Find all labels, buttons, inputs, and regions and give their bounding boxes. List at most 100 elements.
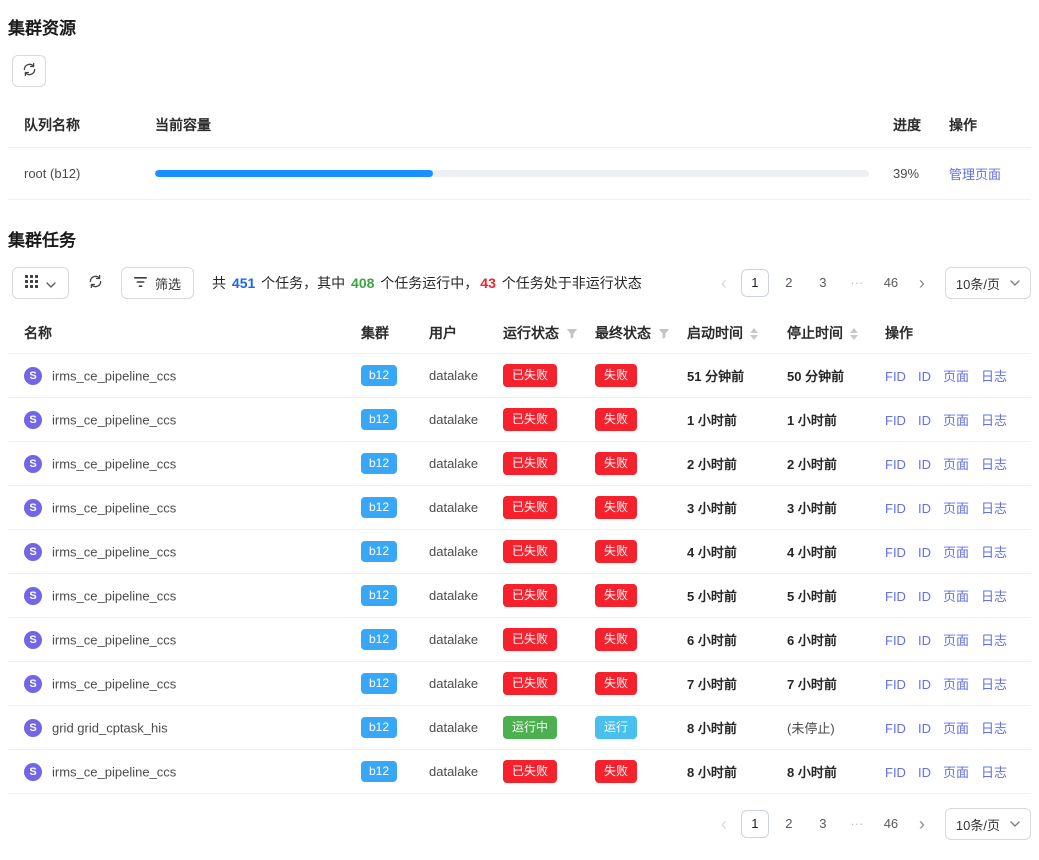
start-time: 3 小时前 [671, 486, 771, 530]
user-cell: datalake [413, 574, 487, 618]
action-link-page[interactable]: 页面 [943, 765, 969, 780]
start-time: 8 小时前 [671, 706, 771, 750]
summary-text: 共 [212, 275, 230, 291]
action-link-log[interactable]: 日志 [981, 413, 1007, 428]
actions-cell: FID ID 页面日志 [869, 442, 1031, 486]
tasks-section-title: 集群任务 [8, 226, 1031, 251]
pagination-page-46[interactable]: 46 [877, 810, 905, 838]
tasks-refresh-button[interactable] [81, 267, 109, 299]
action-link-id[interactable]: ID [918, 545, 931, 560]
action-link-fid[interactable]: FID [885, 545, 906, 560]
pagination-prev-button[interactable]: ‹ [713, 810, 735, 838]
final-status-badge: 失败 [595, 628, 637, 651]
action-link-fid[interactable]: FID [885, 721, 906, 736]
final-status-badge: 失败 [595, 452, 637, 475]
action-link-log[interactable]: 日志 [981, 677, 1007, 692]
pagination-bottom: ‹123···46›10条/页 [713, 808, 1031, 840]
action-link-page[interactable]: 页面 [943, 589, 969, 604]
actions-cell: FID ID 页面日志 [869, 618, 1031, 662]
action-link-log[interactable]: 日志 [981, 721, 1007, 736]
header-user: 用户 [413, 313, 487, 354]
action-link-id[interactable]: ID [918, 369, 931, 384]
pagination-page-3[interactable]: 3 [809, 269, 837, 297]
action-link-id[interactable]: ID [918, 457, 931, 472]
action-link-id[interactable]: ID [918, 721, 931, 736]
action-link-log[interactable]: 日志 [981, 633, 1007, 648]
filter-funnel-icon[interactable] [658, 328, 670, 340]
action-link-fid[interactable]: FID [885, 765, 906, 780]
stop-time: 3 小时前 [771, 486, 869, 530]
resources-refresh-button[interactable] [12, 55, 46, 87]
action-link-id[interactable]: ID [918, 589, 931, 604]
sort-toggle-icon[interactable] [850, 328, 858, 340]
pagination-page-1[interactable]: 1 [741, 810, 769, 838]
action-link-log[interactable]: 日志 [981, 545, 1007, 560]
action-link-fid[interactable]: FID [885, 413, 906, 428]
action-link-id[interactable]: ID [918, 677, 931, 692]
final-status-badge: 失败 [595, 364, 637, 387]
task-name: irms_ce_pipeline_ccs [52, 588, 176, 603]
action-link-page[interactable]: 页面 [943, 369, 969, 384]
header-actions: 操作 [869, 313, 1031, 354]
action-link-fid[interactable]: FID [885, 369, 906, 384]
filter-button-label: 筛选 [155, 274, 181, 293]
page-size-label: 10条/页 [956, 815, 1000, 834]
action-link-page[interactable]: 页面 [943, 677, 969, 692]
filter-button[interactable]: 筛选 [121, 267, 194, 299]
run-status-badge: 已失败 [503, 496, 557, 519]
column-layout-button[interactable] [12, 267, 69, 299]
pagination-page-3[interactable]: 3 [809, 810, 837, 838]
action-link-page[interactable]: 页面 [943, 545, 969, 560]
cluster-badge: b12 [361, 497, 397, 518]
action-link-fid[interactable]: FID [885, 457, 906, 472]
cluster-badge: b12 [361, 453, 397, 474]
pagination-page-1[interactable]: 1 [741, 269, 769, 297]
sort-toggle-icon[interactable] [750, 328, 758, 340]
resources-toolbar [12, 55, 1031, 87]
task-row: Sirms_ce_pipeline_ccs b12 datalake 已失败 失… [8, 354, 1031, 398]
task-row: Sirms_ce_pipeline_ccs b12 datalake 已失败 失… [8, 398, 1031, 442]
tasks-table-body: Sirms_ce_pipeline_ccs b12 datalake 已失败 失… [8, 354, 1031, 794]
grid-icon [25, 275, 38, 291]
header-stop-time-label: 停止时间 [787, 325, 843, 341]
stop-time: 4 小时前 [771, 530, 869, 574]
action-link-page[interactable]: 页面 [943, 721, 969, 736]
pagination-page-2[interactable]: 2 [775, 269, 803, 297]
action-link-fid[interactable]: FID [885, 589, 906, 604]
pagination-next-button[interactable]: › [911, 269, 933, 297]
manage-page-link[interactable]: 管理页面 [949, 167, 1001, 182]
action-link-page[interactable]: 页面 [943, 413, 969, 428]
run-status-badge: 已失败 [503, 408, 557, 431]
action-link-page[interactable]: 页面 [943, 633, 969, 648]
header-run-status: 运行状态 [487, 313, 579, 354]
action-link-fid[interactable]: FID [885, 501, 906, 516]
pagination-page-2[interactable]: 2 [775, 810, 803, 838]
total-task-count: 451 [232, 275, 255, 291]
task-name: grid grid_cptask_his [52, 720, 168, 735]
action-link-id[interactable]: ID [918, 413, 931, 428]
task-name: irms_ce_pipeline_ccs [52, 412, 176, 427]
pagination-next-button[interactable]: › [911, 810, 933, 838]
action-link-log[interactable]: 日志 [981, 369, 1007, 384]
action-link-page[interactable]: 页面 [943, 501, 969, 516]
action-link-log[interactable]: 日志 [981, 589, 1007, 604]
user-cell: datalake [413, 662, 487, 706]
action-link-log[interactable]: 日志 [981, 765, 1007, 780]
action-link-id[interactable]: ID [918, 501, 931, 516]
task-row: Sgrid grid_cptask_his b12 datalake 运行中 运… [8, 706, 1031, 750]
action-link-fid[interactable]: FID [885, 677, 906, 692]
action-link-fid[interactable]: FID [885, 633, 906, 648]
page-size-select[interactable]: 10条/页 [945, 808, 1031, 840]
page-size-select[interactable]: 10条/页 [945, 267, 1031, 299]
tasks-toolbar: 筛选 共 451 个任务，其中 408 个任务运行中，43 个任务处于非运行状态… [12, 267, 1031, 299]
action-link-log[interactable]: 日志 [981, 457, 1007, 472]
filter-funnel-icon[interactable] [566, 328, 578, 340]
action-link-id[interactable]: ID [918, 633, 931, 648]
action-link-log[interactable]: 日志 [981, 501, 1007, 516]
action-link-page[interactable]: 页面 [943, 457, 969, 472]
pagination-prev-button[interactable]: ‹ [713, 269, 735, 297]
pagination-page-46[interactable]: 46 [877, 269, 905, 297]
header-run-status-label: 运行状态 [503, 325, 559, 341]
action-link-id[interactable]: ID [918, 765, 931, 780]
capacity-progress-fill [155, 170, 433, 177]
